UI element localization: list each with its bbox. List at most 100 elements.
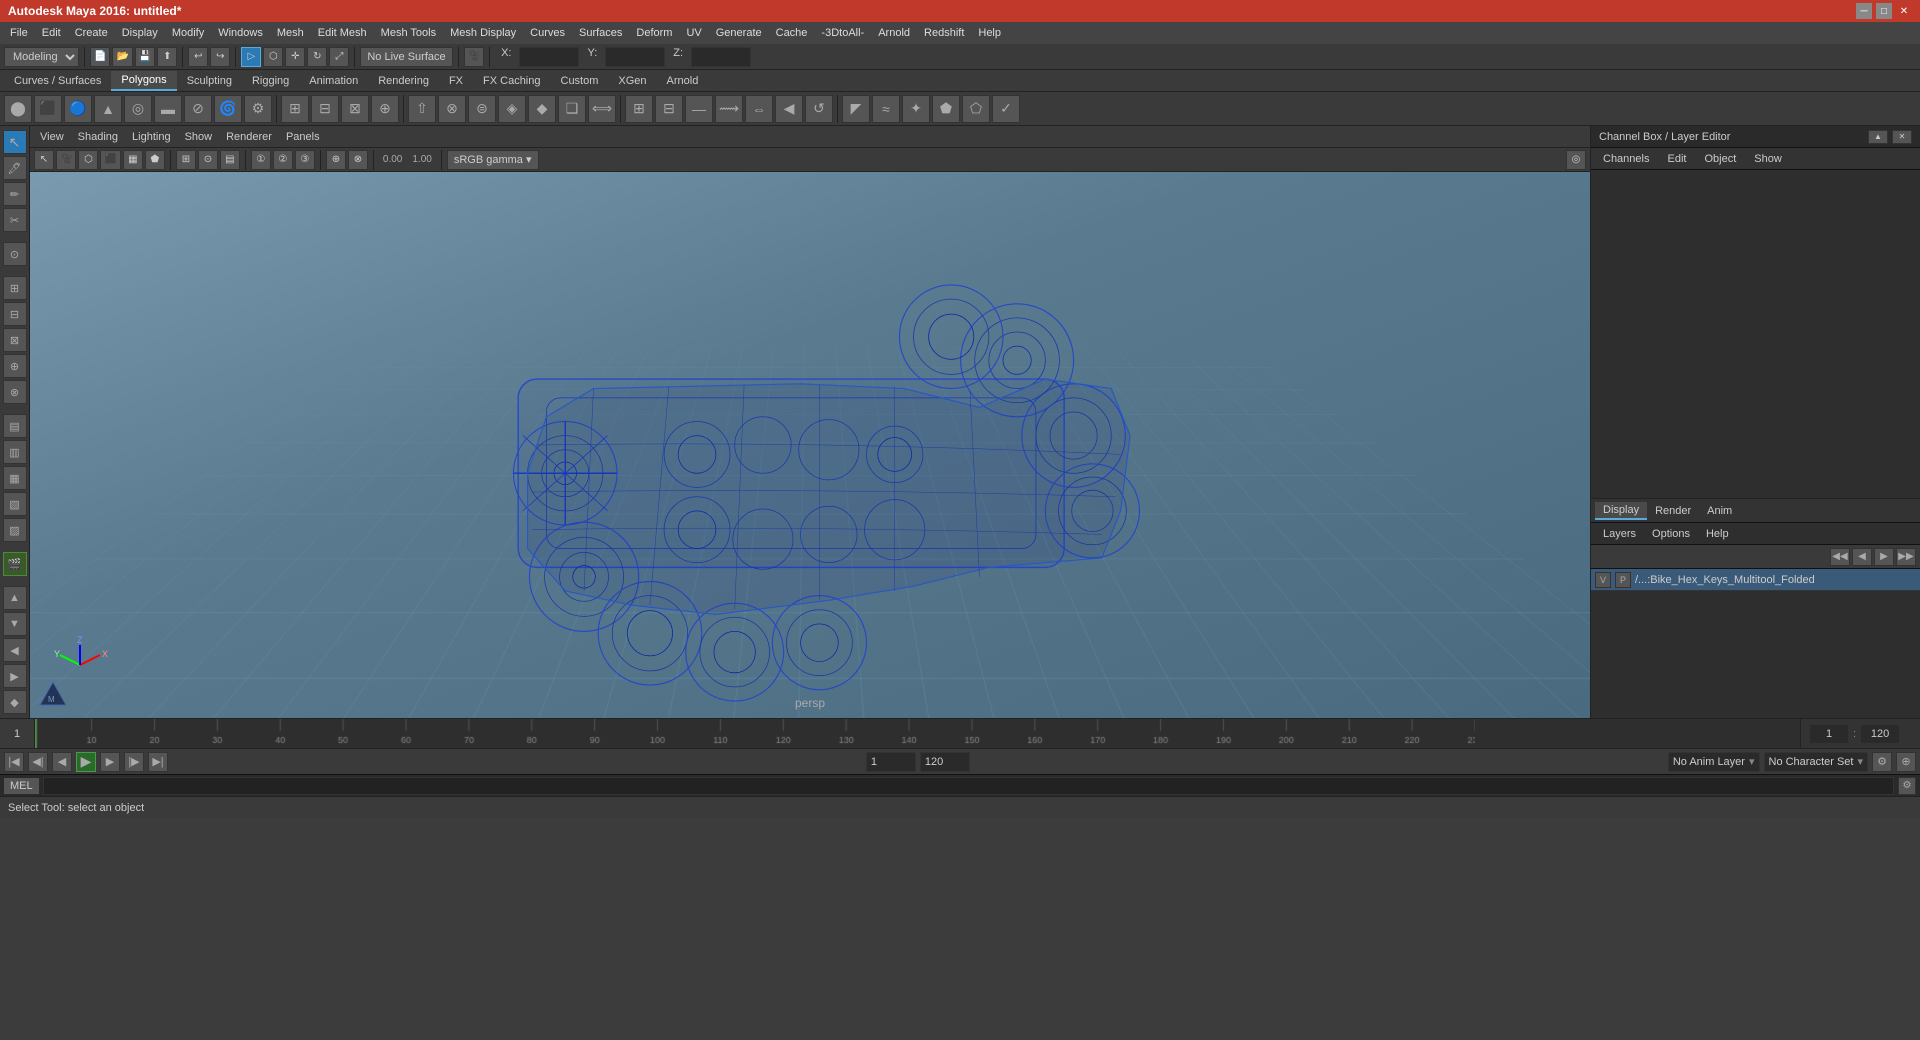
layer-prev-btn[interactable]: ◀ (1852, 548, 1872, 566)
cb-tab-channels[interactable]: Channels (1595, 151, 1657, 167)
menu-deform[interactable]: Deform (630, 25, 678, 41)
display-5[interactable]: ⊗ (3, 380, 27, 404)
vp-snap-3[interactable]: ③ (295, 150, 315, 170)
shelf-icon-pipe[interactable]: ⊘ (184, 95, 212, 123)
layout-5[interactable]: ▨ (3, 518, 27, 542)
z-field[interactable] (691, 47, 751, 67)
snap-vertex[interactable]: ⊙ (3, 242, 27, 266)
shelf-icon-insert-edge[interactable]: ⊞ (625, 95, 653, 123)
vp-shaded[interactable]: ⬟ (145, 150, 165, 170)
shelf-icon-connect[interactable]: — (685, 95, 713, 123)
anim-layer-dropdown[interactable]: No Anim Layer ▾ (1668, 752, 1760, 772)
menu-surfaces[interactable]: Surfaces (573, 25, 628, 41)
menu-cache[interactable]: Cache (770, 25, 814, 41)
menu-display[interactable]: Display (116, 25, 164, 41)
3d-viewport[interactable]: X Y Z M persp (30, 172, 1590, 718)
layout-4[interactable]: ▧ (3, 492, 27, 516)
menu-create[interactable]: Create (69, 25, 114, 41)
shelf-tab-fx-caching[interactable]: FX Caching (473, 72, 550, 90)
cb-tab-object[interactable]: Object (1696, 151, 1744, 167)
vp-textured[interactable]: ▦ (123, 150, 143, 170)
shelf-icon-wedge[interactable]: ◆ (528, 95, 556, 123)
shelf-icon-gear[interactable]: ⚙ (244, 95, 272, 123)
playback-end-field[interactable]: 120 (920, 752, 970, 772)
vp-layout[interactable]: ▤ (220, 150, 240, 170)
shelf-tab-custom[interactable]: Custom (551, 72, 609, 90)
playback-start-field[interactable]: 1 (866, 752, 916, 772)
layer-back-btn[interactable]: ◀◀ (1830, 548, 1850, 566)
shelf-icon-combine[interactable]: ⊞ (281, 95, 309, 123)
shelf-tab-xgen[interactable]: XGen (608, 72, 656, 90)
le-tab-render[interactable]: Render (1647, 503, 1699, 519)
shelf-icon-helix[interactable]: 🌀 (214, 95, 242, 123)
layout-2[interactable]: ▥ (3, 440, 27, 464)
mode-dropdown[interactable]: Modeling (4, 47, 79, 67)
shelf-icon-reduce[interactable]: ⬠ (962, 95, 990, 123)
go-end-btn[interactable]: ▶| (148, 752, 168, 772)
command-input[interactable] (43, 777, 1894, 795)
render-btn[interactable]: 🎬 (3, 552, 27, 576)
save-scene-button[interactable]: 💾 (135, 47, 155, 67)
le-sub-layers[interactable]: Layers (1595, 526, 1644, 542)
shelf-icon-extrude[interactable]: ⇧ (408, 95, 436, 123)
command-icon[interactable]: ⚙ (1898, 777, 1916, 795)
cb-tab-show[interactable]: Show (1746, 151, 1790, 167)
menu-3dtoall[interactable]: -3DtoAll- (815, 25, 870, 41)
menu-help[interactable]: Help (972, 25, 1007, 41)
vp-menu-show[interactable]: Show (179, 129, 219, 145)
shelf-tab-polygons[interactable]: Polygons (111, 71, 176, 91)
extra-1[interactable]: ▲ (3, 586, 27, 610)
shelf-icon-torus[interactable]: ◎ (124, 95, 152, 123)
display-1[interactable]: ⊞ (3, 276, 27, 300)
channel-box-close[interactable]: ✕ (1892, 130, 1912, 144)
next-frame-btn[interactable]: ▶ (100, 752, 120, 772)
shelf-icon-append[interactable]: ⊜ (468, 95, 496, 123)
prev-key-btn[interactable]: ◀| (28, 752, 48, 772)
vp-select-mode[interactable]: ↖ (34, 150, 54, 170)
paint-tool[interactable]: 🖊 (3, 156, 27, 180)
menu-generate[interactable]: Generate (710, 25, 768, 41)
anim-extra-btn[interactable]: ⊕ (1896, 752, 1916, 772)
lasso-select-button[interactable]: ⬡ (263, 47, 283, 67)
menu-modify[interactable]: Modify (166, 25, 210, 41)
vp-menu-panels[interactable]: Panels (280, 129, 326, 145)
y-field[interactable] (605, 47, 665, 67)
vp-gamma-button[interactable]: sRGB gamma ▾ (447, 150, 539, 170)
anim-settings-btn[interactable]: ⚙ (1872, 752, 1892, 772)
layer-forward-btn[interactable]: ▶▶ (1896, 548, 1916, 566)
vp-menu-shading[interactable]: Shading (72, 129, 124, 145)
shelf-icon-merge[interactable]: ⇔ (745, 95, 773, 123)
menu-redshift[interactable]: Redshift (918, 25, 970, 41)
extra-5[interactable]: ◆ (3, 690, 27, 714)
menu-windows[interactable]: Windows (212, 25, 269, 41)
shelf-tab-rendering[interactable]: Rendering (368, 72, 439, 90)
shelf-icon-cylinder[interactable]: 🔵 (64, 95, 92, 123)
close-button[interactable]: ✕ (1896, 3, 1912, 19)
shelf-tab-sculpting[interactable]: Sculpting (177, 72, 242, 90)
layout-1[interactable]: ▤ (3, 414, 27, 438)
vp-snap-1[interactable]: ① (251, 150, 271, 170)
vp-menu-view[interactable]: View (34, 129, 70, 145)
rotate-tool-button[interactable]: ↻ (307, 47, 327, 67)
range-start-field[interactable]: 1 (1809, 724, 1849, 744)
no-live-surface-button[interactable]: No Live Surface (360, 47, 452, 67)
shelf-icon-duplicate-face[interactable]: ❑ (558, 95, 586, 123)
le-tab-display[interactable]: Display (1595, 502, 1647, 520)
x-field[interactable] (519, 47, 579, 67)
shelf-icon-plane[interactable]: ▬ (154, 95, 182, 123)
shelf-icon-fill[interactable]: ◈ (498, 95, 526, 123)
shelf-icon-sphere[interactable]: ⬤ (4, 95, 32, 123)
menu-edit-mesh[interactable]: Edit Mesh (312, 25, 373, 41)
vp-isolate-select[interactable]: ◎ (1566, 150, 1586, 170)
menu-mesh-tools[interactable]: Mesh Tools (375, 25, 442, 41)
shelf-tab-rigging[interactable]: Rigging (242, 72, 299, 90)
scale-tool-button[interactable]: ⤢ (329, 47, 349, 67)
vp-grid[interactable]: ⊞ (176, 150, 196, 170)
select-tool-button[interactable]: ▷ (241, 47, 261, 67)
open-scene-button[interactable]: 📂 (112, 47, 132, 67)
layer-next-btn[interactable]: ▶ (1874, 548, 1894, 566)
shelf-icon-boolean[interactable]: ⊕ (371, 95, 399, 123)
shelf-icon-extract[interactable]: ⊠ (341, 95, 369, 123)
undo-button[interactable]: ↩ (188, 47, 208, 67)
shelf-tab-arnold[interactable]: Arnold (657, 72, 709, 90)
